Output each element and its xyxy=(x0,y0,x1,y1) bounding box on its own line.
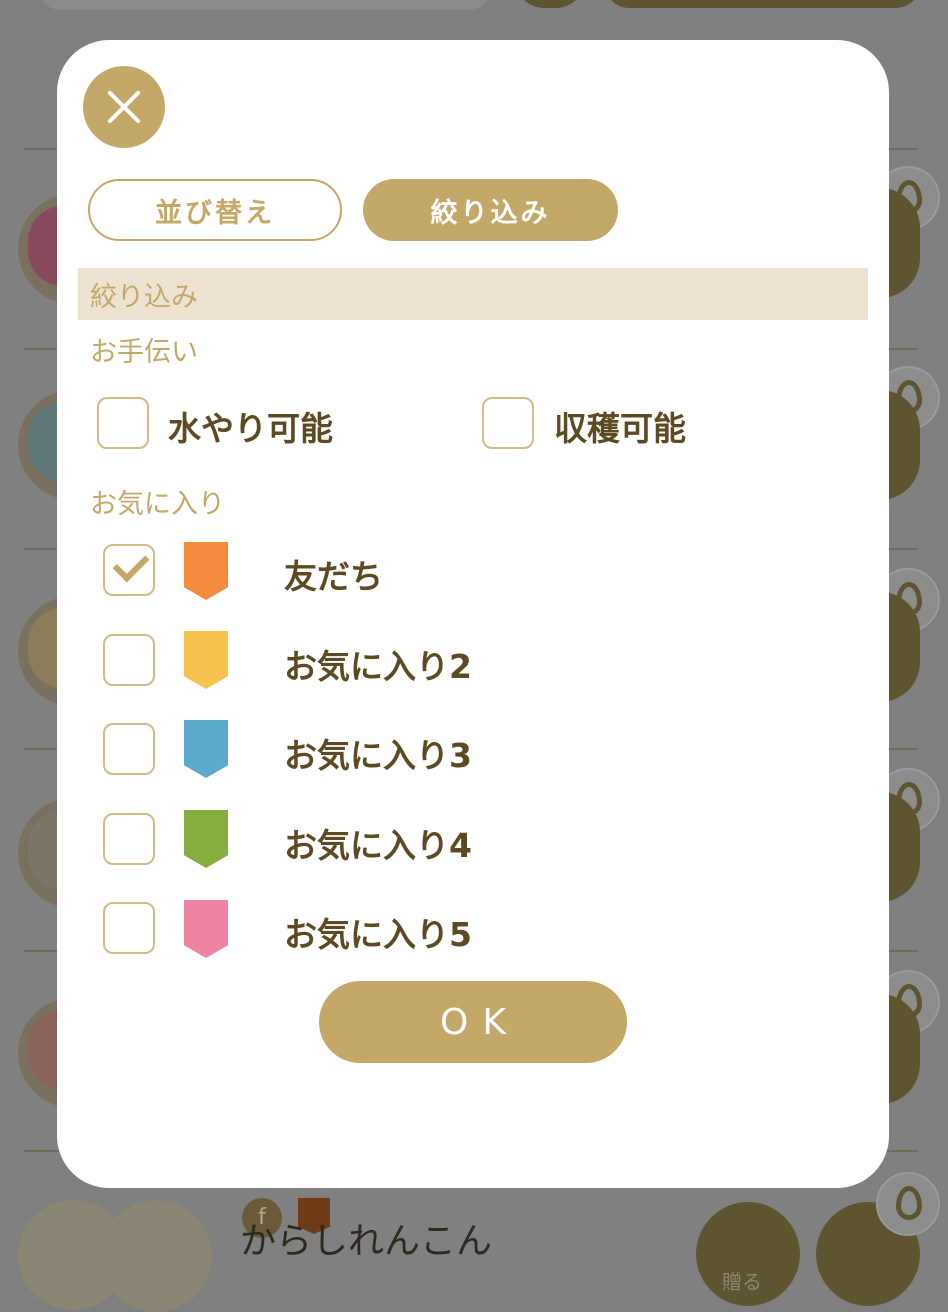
favorites-group-label: お気に入り xyxy=(90,489,225,520)
favorite-tag-icon-4 xyxy=(184,810,228,868)
favorite-label-2: お気に入り2 xyxy=(284,647,472,686)
ok-button[interactable]: OK xyxy=(319,981,627,1063)
background-top-wide-button xyxy=(605,0,920,8)
send-button-label: 贈る xyxy=(722,1270,762,1294)
favorite-label-3: お気に入り3 xyxy=(284,736,472,775)
water-drop-icon xyxy=(876,1172,940,1236)
favorite-checkbox-3[interactable] xyxy=(103,723,155,775)
background-search-bar xyxy=(40,0,490,10)
favorite-tag-icon-3 xyxy=(184,720,228,778)
watering-label: 水やり可能 xyxy=(168,409,333,448)
favorite-tag-icon-1 xyxy=(184,542,228,600)
section-header: 絞り込み xyxy=(78,268,868,320)
harvest-checkbox[interactable] xyxy=(482,397,534,449)
favorite-tag-icon-5 xyxy=(184,900,228,958)
favorite-label-4: お気に入り4 xyxy=(284,826,472,865)
help-group-label: お手伝い xyxy=(90,337,198,368)
tab-sort[interactable]: 並び替え xyxy=(88,179,342,241)
favorite-tag-icon-2 xyxy=(184,631,228,689)
favorite-checkbox-4[interactable] xyxy=(103,813,155,865)
favorite-checkbox-2[interactable] xyxy=(103,634,155,686)
watering-checkbox[interactable] xyxy=(97,397,149,449)
close-icon[interactable] xyxy=(83,66,165,148)
tab-filter[interactable]: 絞り込み xyxy=(363,179,618,241)
favorite-label-5: お気に入り5 xyxy=(284,915,472,954)
favorite-label-1: 友だち xyxy=(284,557,383,596)
favorite-checkbox-1[interactable] xyxy=(103,544,155,596)
background-top-button xyxy=(515,0,585,8)
harvest-label: 収穫可能 xyxy=(554,409,686,448)
favorite-checkbox-5[interactable] xyxy=(103,902,155,954)
filter-modal: 並び替え 絞り込み 絞り込み お手伝い 水やり可能 収穫可能 お気に入り 友だち… xyxy=(57,40,889,1188)
avatar xyxy=(100,1200,212,1312)
friend-name: からしれんこん xyxy=(240,1221,493,1262)
